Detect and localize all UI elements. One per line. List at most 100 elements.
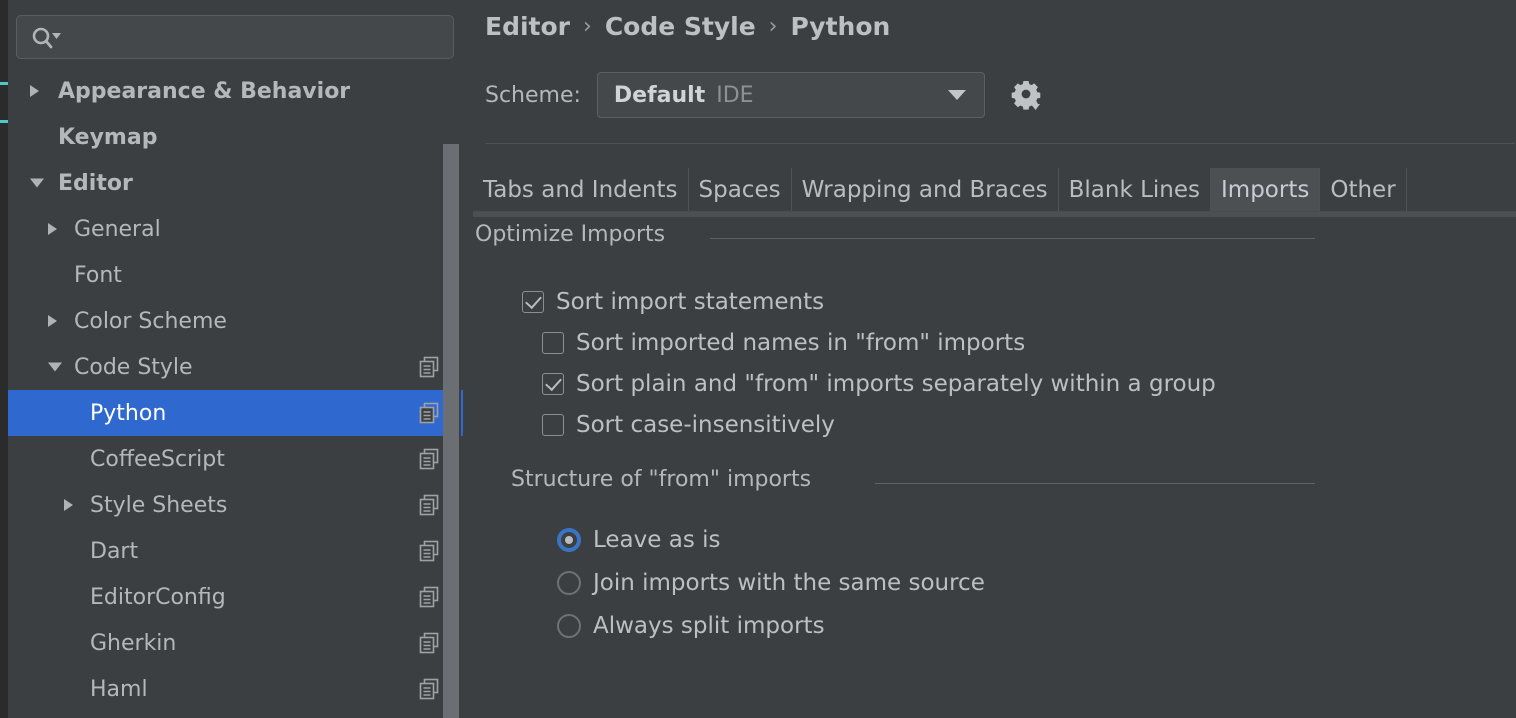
radio-row[interactable]: Leave as is	[557, 527, 721, 553]
chevron-down-icon[interactable]	[30, 178, 44, 188]
checkbox-label: Sort imported names in "from" imports	[576, 330, 1026, 356]
chevron-down-icon[interactable]	[48, 362, 62, 372]
scheme-scope: IDE	[716, 82, 754, 108]
checkbox-unchecked-icon[interactable]	[542, 414, 564, 436]
sidebar-item-label: Haml	[90, 676, 148, 702]
chevron-right-icon[interactable]	[48, 223, 57, 235]
breadcrumb-item-editor[interactable]: Editor	[485, 12, 570, 41]
copy-scheme-icon[interactable]	[419, 678, 441, 700]
chevron-right-icon[interactable]	[30, 85, 39, 97]
scheme-label: Scheme:	[485, 82, 581, 108]
sidebar-item-color-scheme[interactable]: Color Scheme	[8, 298, 463, 344]
sidebar-item-python[interactable]: Python	[8, 390, 463, 436]
edge-marker	[0, 120, 8, 123]
radio-row[interactable]: Join imports with the same source	[557, 570, 985, 596]
chevron-down-icon[interactable]	[947, 90, 966, 100]
tab-other[interactable]: Other	[1320, 168, 1407, 211]
tab-wrapping-and-braces[interactable]: Wrapping and Braces	[791, 168, 1059, 211]
tab-blank-lines[interactable]: Blank Lines	[1058, 168, 1212, 211]
settings-tree: Appearance & Behavior Keymap Editor General…	[8, 68, 463, 718]
tabs-filler	[1407, 168, 1516, 211]
copy-scheme-icon[interactable]	[419, 402, 441, 424]
radio-label: Always split imports	[593, 613, 825, 639]
search-input[interactable]	[67, 16, 447, 58]
search-box[interactable]	[16, 15, 454, 59]
checkbox-label: Sort import statements	[556, 289, 825, 315]
checkbox-checked-icon[interactable]	[522, 291, 544, 313]
checkbox-unchecked-icon[interactable]	[542, 332, 564, 354]
radio-row[interactable]: Always split imports	[557, 613, 825, 639]
sidebar-item-editorconfig[interactable]: EditorConfig	[8, 574, 463, 620]
copy-scheme-icon[interactable]	[419, 494, 441, 516]
tab-spaces[interactable]: Spaces	[688, 168, 792, 211]
checkbox-checked-icon[interactable]	[542, 373, 564, 395]
radio-selected-icon[interactable]	[557, 528, 581, 552]
checkbox-row[interactable]: Sort plain and "from" imports separately…	[542, 371, 1216, 397]
settings-tabs: Tabs and Indents Spaces Wrapping and Brace…	[473, 168, 1516, 212]
settings-content: Optimize Imports Sort import statements S…	[463, 222, 1516, 718]
scheme-row: Scheme: Default IDE	[485, 72, 1043, 118]
checkbox-row[interactable]: Sort imported names in "from" imports	[542, 330, 1025, 356]
sidebar-item-label: CoffeeScript	[90, 446, 225, 472]
radio-unselected-icon[interactable]	[557, 614, 581, 638]
sidebar-item-code-style[interactable]: Code Style	[8, 344, 463, 390]
chevron-right-icon[interactable]	[48, 315, 57, 327]
group-rule	[875, 483, 1315, 484]
sidebar-item-editor[interactable]: Editor	[8, 160, 463, 206]
sidebar-item-style-sheets[interactable]: Style Sheets	[8, 482, 463, 528]
sidebar-item-label: Keymap	[58, 124, 158, 150]
radio-label: Leave as is	[593, 527, 721, 553]
sidebar-scrollbar-track[interactable]	[443, 68, 461, 718]
sidebar-item-label: EditorConfig	[90, 584, 226, 610]
sidebar-item-font[interactable]: Font	[8, 252, 463, 298]
search-icon[interactable]	[31, 27, 63, 49]
tab-tabs-and-indents[interactable]: Tabs and Indents	[473, 168, 689, 211]
sidebar-item-gherkin[interactable]: Gherkin	[8, 620, 463, 666]
copy-scheme-icon[interactable]	[419, 586, 441, 608]
group-title: Optimize Imports	[475, 222, 676, 247]
edge-marker	[0, 82, 8, 85]
sidebar-item-label: Python	[90, 400, 167, 426]
sidebar-scrollbar-thumb[interactable]	[443, 144, 459, 718]
chevron-right-icon[interactable]	[64, 499, 73, 511]
breadcrumb-item-python[interactable]: Python	[790, 12, 890, 41]
copy-scheme-icon[interactable]	[419, 356, 441, 378]
sidebar-item-label: General	[74, 216, 161, 242]
gear-icon[interactable]	[1009, 78, 1043, 112]
radio-label: Join imports with the same source	[593, 570, 985, 596]
checkbox-label: Sort case-insensitively	[576, 412, 835, 438]
sidebar-item-label: Appearance & Behavior	[58, 78, 351, 104]
sidebar-item-appearance-behavior[interactable]: Appearance & Behavior	[8, 68, 463, 114]
scheme-dropdown[interactable]: Default IDE	[596, 72, 985, 118]
sidebar-item-dart[interactable]: Dart	[8, 528, 463, 574]
sidebar-item-general[interactable]: General	[8, 206, 463, 252]
sidebar-item-label: Font	[74, 262, 122, 288]
sidebar-item-label: Editor	[58, 170, 133, 196]
scheme-value: Default	[613, 82, 706, 108]
sidebar-item-label: Color Scheme	[74, 308, 227, 334]
group-rule	[710, 238, 1315, 239]
sidebar-item-coffeescript[interactable]: CoffeeScript	[8, 436, 463, 482]
breadcrumb-item-code-style[interactable]: Code Style	[605, 12, 756, 41]
copy-scheme-icon[interactable]	[419, 448, 441, 470]
settings-main-panel: Editor › Code Style › Python Scheme: Default…	[463, 0, 1516, 718]
header-divider	[485, 143, 1515, 144]
checkbox-row[interactable]: Sort case-insensitively	[542, 412, 835, 438]
checkbox-row[interactable]: Sort import statements	[522, 289, 824, 315]
sidebar-item-keymap[interactable]: Keymap	[8, 114, 463, 160]
sidebar-item-haml[interactable]: Haml	[8, 666, 463, 712]
radio-unselected-icon[interactable]	[557, 571, 581, 595]
checkbox-label: Sort plain and "from" imports separately…	[576, 371, 1216, 397]
tabs-underline	[473, 212, 1516, 217]
search-field-wrapper	[16, 15, 454, 59]
copy-scheme-icon[interactable]	[419, 632, 441, 654]
breadcrumb-separator: ›	[768, 14, 778, 39]
settings-dialog: Appearance & Behavior Keymap Editor General…	[0, 0, 1516, 718]
sidebar-item-label: Gherkin	[90, 630, 177, 656]
copy-scheme-icon[interactable]	[419, 540, 441, 562]
group-title: Structure of "from" imports	[511, 467, 822, 492]
sidebar-item-label: Style Sheets	[90, 492, 228, 518]
sidebar-item-label: Code Style	[74, 354, 193, 380]
tab-imports[interactable]: Imports	[1211, 168, 1321, 211]
settings-sidebar: Appearance & Behavior Keymap Editor General…	[8, 0, 463, 718]
